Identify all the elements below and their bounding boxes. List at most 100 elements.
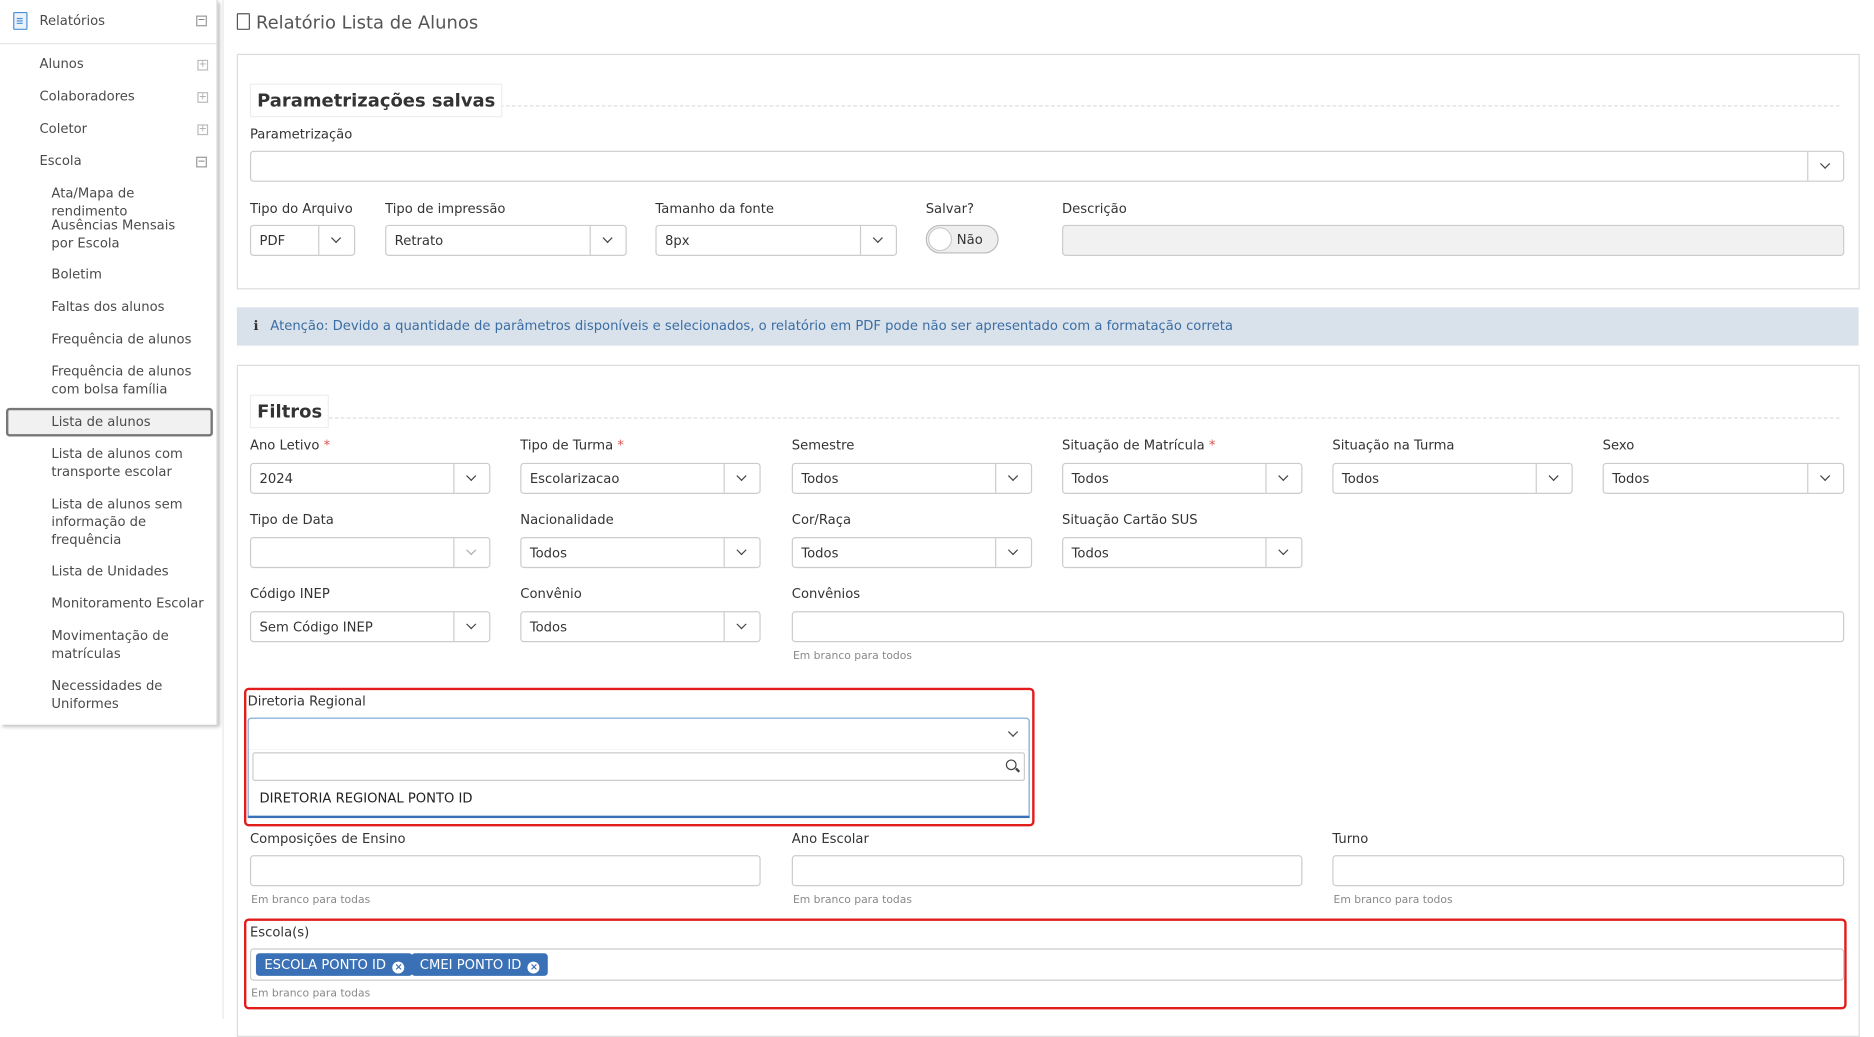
description-input[interactable] <box>1062 224 1845 256</box>
diretoria-option[interactable]: DIRETORIA REGIONAL PONTO ID <box>260 791 473 807</box>
toggle-knob <box>928 227 953 252</box>
stage: Relatórios − Alunos + Colaboradores + Co… <box>0 0 1873 1037</box>
chevron-down-icon <box>1820 158 1831 169</box>
sidebar-item-escola[interactable]: Escola <box>39 152 81 170</box>
diretoria-dropdown: DIRETORIA REGIONAL PONTO ID <box>247 749 1030 819</box>
remove-tag-icon[interactable]: × <box>392 961 405 974</box>
convenios-hint: Em branco para todos <box>792 650 912 663</box>
ano-escolar-label: Ano Escolar <box>791 831 869 847</box>
sidebar-subitem[interactable]: Frequência de alunos <box>51 330 206 348</box>
composicoes-input[interactable] <box>249 855 761 887</box>
content-divider <box>222 0 224 1019</box>
param-label: Parametrização <box>249 126 353 143</box>
chevron-down-icon <box>1548 470 1559 482</box>
expand-icon[interactable]: + <box>197 91 209 103</box>
composicoes-label: Composições de Ensino <box>249 831 406 847</box>
nacionalidade-select[interactable]: Todos <box>520 537 761 569</box>
sidebar-subitem[interactable]: Lista de alunos sem informação de frequê… <box>51 495 192 549</box>
chevron-down-icon <box>1007 726 1019 738</box>
description-label: Descrição <box>1062 200 1127 217</box>
sidebar-item-alunos[interactable]: Alunos <box>39 55 83 73</box>
sidebar-subitem[interactable]: Lista de alunos com transporte escolar <box>51 445 192 481</box>
nacionalidade-label: Nacionalidade <box>520 511 614 528</box>
print-type-select[interactable]: Retrato <box>385 224 627 256</box>
chevron-down-icon <box>736 470 747 482</box>
tipo-turma-select[interactable]: Escolarizacao <box>520 462 761 494</box>
cor-raca-select[interactable]: Todos <box>791 537 1033 569</box>
alert-text: Atenção: Devido a quantidade de parâmetr… <box>270 318 1233 334</box>
sit-matricula-select[interactable]: Todos <box>1062 462 1303 494</box>
codigo-inep-select[interactable]: Sem Código INEP <box>249 611 491 643</box>
sidebar-subitem[interactable]: Frequência de alunos com bolsa família <box>51 362 192 398</box>
expand-icon[interactable]: + <box>197 59 209 71</box>
chevron-down-icon <box>602 232 613 244</box>
convenios-label: Convênios <box>791 586 861 602</box>
sidebar-header[interactable]: Relatórios − <box>0 0 217 45</box>
sidebar-subitem[interactable]: Lista de Unidades <box>51 562 206 580</box>
save-toggle[interactable]: Não <box>925 224 999 254</box>
file-type-select[interactable]: PDF <box>249 224 356 256</box>
ano-letivo-label: Ano Letivo * <box>249 437 331 454</box>
save-label: Salvar? <box>925 200 975 217</box>
convenio-select[interactable]: Todos <box>520 611 761 643</box>
sidebar-subitem[interactable]: Movimentação de matrículas <box>51 627 192 663</box>
search-icon <box>1005 759 1017 771</box>
sit-turma-select[interactable]: Todos <box>1332 462 1573 494</box>
chevron-down-icon <box>466 470 477 482</box>
remove-tag-icon[interactable]: × <box>528 961 540 974</box>
tipo-data-label: Tipo de Data <box>249 511 334 528</box>
composicoes-hint: Em branco para todas <box>251 894 371 907</box>
pdf-warning-alert: ℹ Atenção: Devido a quantidade de parâme… <box>236 307 1859 346</box>
sexo-select[interactable]: Todos <box>1602 462 1845 494</box>
chevron-down-icon <box>466 619 477 630</box>
tipo-data-select[interactable] <box>249 537 491 569</box>
sidebar-subitem[interactable]: Necessidades de Uniformes <box>51 677 192 713</box>
chevron-down-icon <box>736 545 747 556</box>
print-type-label: Tipo de impressão <box>385 200 506 217</box>
diretoria-search-input[interactable] <box>252 752 1025 781</box>
sidebar-item-colaboradores[interactable]: Colaboradores <box>39 87 134 105</box>
chevron-down-icon <box>1007 545 1019 556</box>
chevron-down-icon <box>872 232 883 244</box>
sidebar-subitem[interactable]: Ausências Mensais por Escola <box>51 216 201 252</box>
turno-label: Turno <box>1332 831 1369 847</box>
diretoria-select[interactable] <box>247 717 1030 752</box>
escolas-hint: Em branco para todas <box>251 987 371 1000</box>
sidebar-item-coletor[interactable]: Coletor <box>39 120 87 138</box>
chevron-down-icon <box>1820 470 1831 482</box>
escola-tag[interactable]: CMEI PONTO ID × <box>411 953 549 976</box>
semestre-select[interactable]: Todos <box>791 462 1033 494</box>
cor-raca-label: Cor/Raça <box>791 511 852 528</box>
convenios-input[interactable] <box>791 611 1845 643</box>
chevron-down-icon <box>1278 545 1289 556</box>
sidebar-subitem[interactable]: Boletim <box>51 266 206 284</box>
chevron-down-icon <box>736 619 747 630</box>
ano-letivo-select[interactable]: 2024 <box>249 462 491 494</box>
sidebar-subitem[interactable]: Monitoramento Escolar <box>51 594 212 612</box>
sidebar: Relatórios − Alunos + Colaboradores + Co… <box>0 0 218 725</box>
sidebar-subitem-active[interactable]: Lista de alunos <box>51 413 206 431</box>
cartao-sus-select[interactable]: Todos <box>1062 537 1303 569</box>
divider <box>322 417 1840 419</box>
report-document-icon <box>13 11 28 30</box>
chevron-down-icon <box>331 232 342 244</box>
sidebar-subitem[interactable]: Ata/Mapa de rendimento <box>51 184 206 220</box>
page-document-icon <box>236 13 250 30</box>
chevron-down-icon <box>1278 470 1289 482</box>
param-select[interactable] <box>249 150 1845 182</box>
collapse-icon[interactable]: − <box>196 15 207 27</box>
chevron-down-icon <box>466 545 477 556</box>
sidebar-subitem[interactable]: Faltas dos alunos <box>51 298 206 316</box>
escola-tag[interactable]: ESCOLA PONTO ID × <box>255 953 413 976</box>
turno-input[interactable] <box>1332 855 1845 887</box>
saved-params-legend: Parametrizações salvas <box>249 83 503 118</box>
codigo-inep-label: Código INEP <box>249 586 330 602</box>
font-size-select[interactable]: 8px <box>655 224 897 256</box>
info-icon: ℹ <box>253 318 259 334</box>
collapse-icon[interactable]: − <box>196 156 207 168</box>
filters-legend: Filtros <box>249 394 330 429</box>
expand-icon[interactable]: + <box>197 124 209 136</box>
turno-hint: Em branco para todos <box>1333 894 1453 907</box>
ano-escolar-input[interactable] <box>791 855 1303 887</box>
sit-matricula-label: Situação de Matrícula * <box>1062 437 1216 454</box>
